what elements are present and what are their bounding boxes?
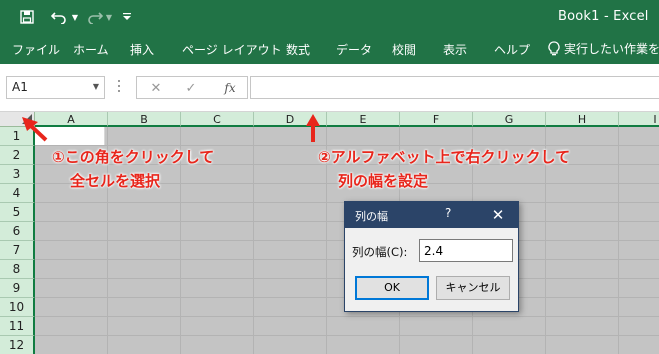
column-width-dialog: 列の幅 ? ✕ 列の幅(C): 2.4 OK キャンセル xyxy=(344,201,519,312)
dialog-title: 列の幅 xyxy=(355,210,388,223)
help-icon[interactable]: ? xyxy=(445,206,451,220)
close-icon[interactable]: ✕ xyxy=(484,203,512,227)
annotation-step2-line2: 列の幅を設定 xyxy=(338,172,429,190)
annotation-step1-line1: ①この角をクリックして xyxy=(52,148,215,166)
annotation-step1-line2: 全セルを選択 xyxy=(70,172,161,190)
arrow-to-column-header xyxy=(306,114,320,142)
ok-button[interactable]: OK xyxy=(355,276,429,300)
column-width-label: 列の幅(C): xyxy=(352,245,408,259)
cancel-button[interactable]: キャンセル xyxy=(436,276,510,300)
annotation-step2-line1: ②アルファベット上で右クリックして xyxy=(318,148,571,166)
column-width-input[interactable]: 2.4 xyxy=(419,239,513,262)
arrow-to-corner xyxy=(22,117,48,142)
dialog-titlebar[interactable]: 列の幅 ? ✕ xyxy=(345,202,518,228)
